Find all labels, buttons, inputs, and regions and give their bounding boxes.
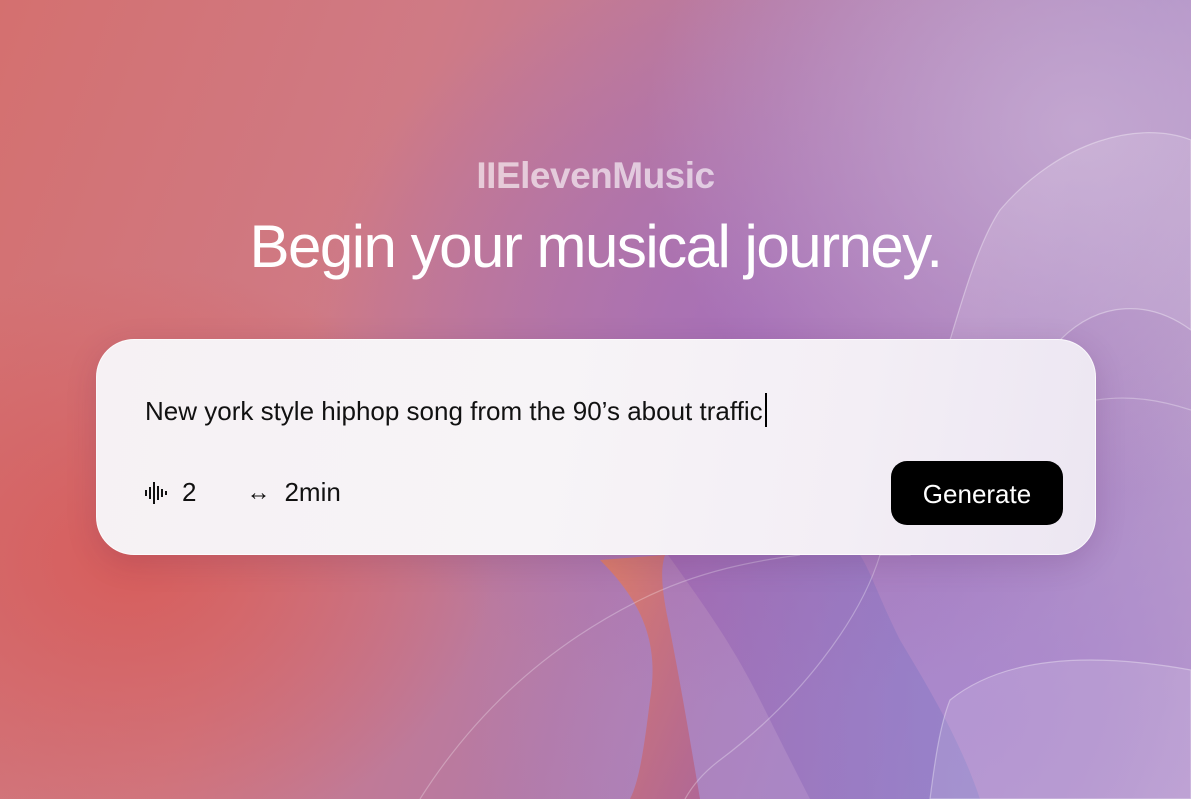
duration-selector[interactable]: ↔ 2min xyxy=(246,477,340,508)
prompt-input[interactable]: New york style hiphop song from the 90’s… xyxy=(145,393,767,427)
prompt-input-text: New york style hiphop song from the 90’s… xyxy=(145,396,763,426)
variants-selector[interactable]: 2 xyxy=(145,477,196,508)
brand-logo: IIElevenMusic xyxy=(476,155,715,196)
waveform-icon xyxy=(145,481,167,504)
generation-options: 2 ↔ 2min xyxy=(145,477,341,508)
prompt-card: New york style hiphop song from the 90’s… xyxy=(96,339,1096,555)
main-content: IIElevenMusic Begin your musical journey… xyxy=(0,0,1191,799)
page-headline: Begin your musical journey. xyxy=(249,213,943,280)
text-cursor xyxy=(764,393,767,427)
generate-button[interactable]: Generate xyxy=(891,461,1063,525)
variants-count: 2 xyxy=(182,477,197,507)
duration-value: 2min xyxy=(284,477,341,507)
horizontal-arrows-icon: ↔ xyxy=(246,478,271,506)
